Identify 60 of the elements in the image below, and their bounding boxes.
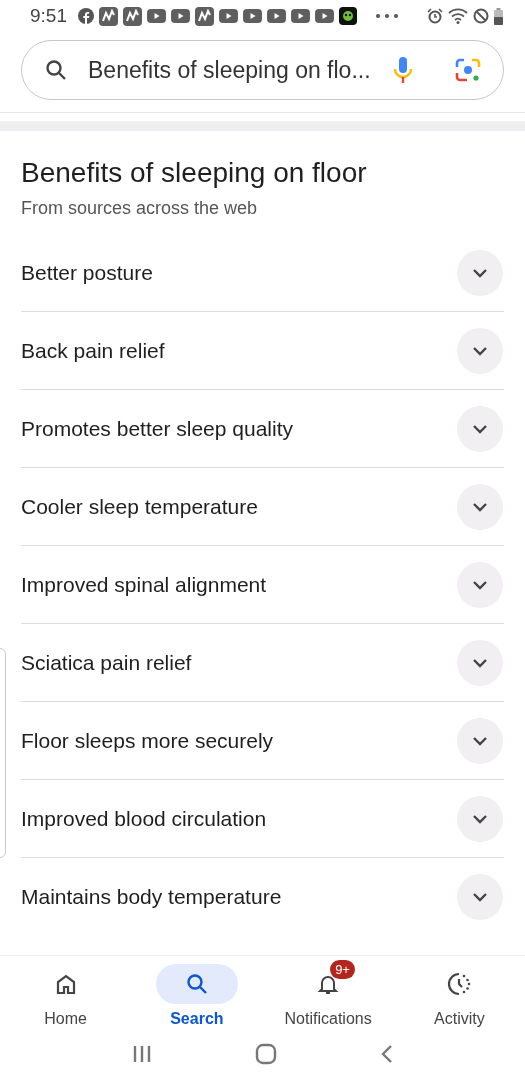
play-icon [291,9,310,23]
app-icon [339,7,357,25]
benefit-label: Improved spinal alignment [21,572,267,597]
expand-button[interactable] [457,561,503,608]
chevron-icon [471,656,489,669]
expand-button[interactable] [457,639,503,686]
facebook-icon [78,8,94,24]
section-subtitle: From sources across the web [21,198,259,219]
expand-button[interactable] [457,405,503,452]
expand-button[interactable] [457,795,503,842]
benefit-label: Floor sleeps more securely [21,728,274,753]
play-icon [243,9,262,23]
back-icon[interactable] [379,1044,394,1064]
chevron-icon [471,812,489,825]
benefit-label: Improved blood circulation [21,806,267,831]
nav-tab[interactable]: Home [0,964,132,1028]
microphone-icon[interactable] [393,56,413,84]
chevron-icon [471,734,489,747]
chevron-icon [471,890,489,903]
alarm-icon [427,8,443,24]
chevron-icon [471,422,489,435]
wifi-icon [448,8,468,24]
recents-icon[interactable] [131,1045,152,1063]
status-time: 9:51 [30,5,67,27]
search-icon [184,972,209,996]
play-icon [219,9,238,23]
play-icon [171,9,190,23]
camera-icon[interactable] [455,57,481,83]
play-icon [147,9,166,23]
expand-button[interactable] [457,717,503,764]
benefit-label: Back pain relief [21,338,165,363]
benefit-label: Better posture [21,260,153,285]
play-icon [267,9,286,23]
search-query: Benefits of sleeping on flo... [88,56,372,84]
expand-button[interactable] [457,483,503,530]
benefit-label: Promotes better sleep quality [21,416,293,441]
app-icon [99,6,118,26]
history-icon [446,971,473,997]
chevron-icon [471,344,489,357]
more-icon [376,14,398,18]
app-icon [123,6,142,26]
play-icon [315,9,334,23]
notification-badge: 9+ [330,960,355,979]
nav-tab[interactable]: Activity [393,964,525,1028]
chevron-icon [471,266,489,279]
chevron-icon [471,500,489,513]
nav-tab[interactable]: Search [131,964,263,1028]
blocked-icon [473,8,489,24]
benefit-label: Cooler sleep temperature [21,494,258,519]
app-icon [195,6,214,26]
home-button-icon[interactable] [254,1043,277,1065]
chevron-icon [471,578,489,591]
expand-button[interactable] [457,249,503,296]
expand-button[interactable] [457,873,503,920]
section-title: Benefits of sleeping on floor [21,157,368,189]
benefit-label: Maintains body temperature [21,884,282,909]
search-icon [44,58,68,82]
expand-button[interactable] [457,327,503,374]
battery-icon [494,7,503,25]
benefit-label: Sciatica pain relief [21,650,192,675]
